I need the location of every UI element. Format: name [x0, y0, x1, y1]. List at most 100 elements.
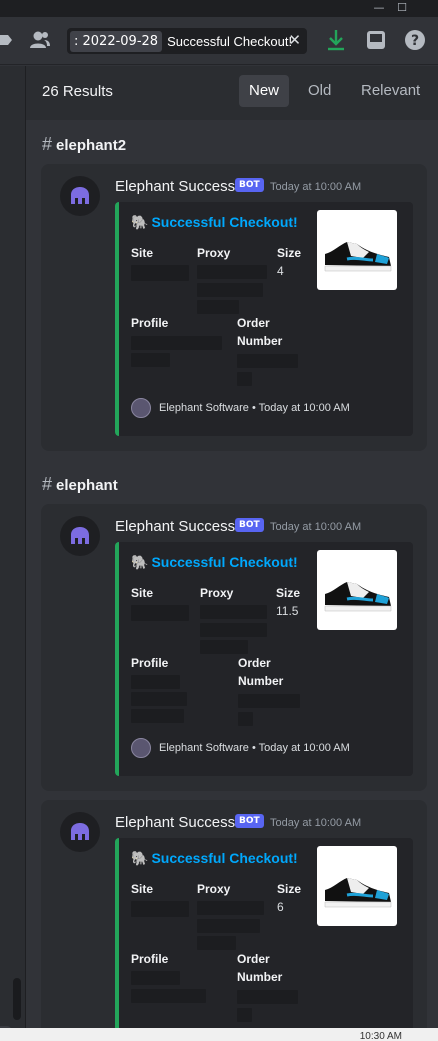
- results-list: # elephant2 Elephant Success BOT Today at…: [26, 120, 438, 1028]
- redacted-profile: [131, 336, 222, 350]
- product-thumbnail[interactable]: [317, 210, 397, 290]
- redacted-proxy: [197, 901, 264, 915]
- redacted-order-number: [237, 990, 298, 1004]
- embed-footer: Elephant Software • Today at 10:00 AM: [159, 402, 350, 414]
- redacted-profile: [131, 675, 180, 689]
- message-author[interactable]: Elephant Success: [115, 178, 235, 195]
- field-size-label: Size: [277, 246, 302, 260]
- product-thumbnail[interactable]: [317, 846, 397, 926]
- search-query-text[interactable]: Successful Checkout!: [167, 34, 292, 49]
- bot-tag: BOT: [235, 518, 264, 532]
- redacted-site: [131, 265, 189, 281]
- embed-title[interactable]: 🐘 Successful Checkout!: [131, 554, 298, 571]
- svg-text:?: ?: [411, 33, 419, 49]
- avatar[interactable]: [60, 812, 100, 852]
- field-size-label: Size: [277, 882, 302, 896]
- field-profile-label: Profile: [131, 656, 169, 670]
- channel-heading[interactable]: # elephant: [42, 474, 118, 495]
- search-results-panel: 26 Results New Old Relevant # elephant2 E…: [26, 66, 438, 1028]
- field-size-value: 11.5: [276, 604, 299, 618]
- help-icon[interactable]: ?: [404, 29, 426, 55]
- download-icon[interactable]: [326, 28, 346, 56]
- elephant-icon: 🐘: [131, 850, 149, 866]
- results-header: 26 Results New Old Relevant: [26, 66, 438, 120]
- redacted-order-number: [237, 1008, 252, 1022]
- redacted-order-number: [237, 354, 298, 368]
- field-proxy-label: Proxy: [200, 586, 234, 600]
- clear-search-icon[interactable]: ✕: [288, 31, 301, 49]
- field-order-number-label: Order Number: [238, 656, 284, 688]
- search-date-filter-chip[interactable]: : 2022-09-28: [70, 30, 163, 52]
- search-result[interactable]: Elephant Success BOT Today at 10:00 AM 🐘…: [41, 164, 427, 451]
- minimize-icon[interactable]: —: [368, 0, 390, 17]
- redacted-site: [131, 605, 189, 621]
- pin-icon[interactable]: [0, 31, 12, 53]
- redacted-proxy: [197, 283, 263, 297]
- field-size-label: Size: [276, 586, 301, 600]
- elephant-icon: 🐘: [131, 554, 149, 570]
- sneaker-image: [324, 242, 392, 272]
- inbox-icon[interactable]: [366, 30, 386, 54]
- redacted-proxy: [197, 265, 267, 279]
- maximize-icon[interactable]: ☐: [391, 0, 413, 17]
- redacted-proxy: [200, 605, 267, 619]
- redacted-profile: [131, 709, 184, 723]
- message-timestamp: Today at 10:00 AM: [270, 181, 362, 193]
- sidebar-scrollbar[interactable]: [13, 978, 21, 1020]
- channel-heading[interactable]: # elephant2: [42, 134, 126, 155]
- embed-footer: Elephant Software • Today at 10:00 AM: [159, 742, 350, 754]
- field-order-number-label: Order Number: [237, 952, 283, 984]
- redacted-proxy: [197, 300, 239, 314]
- message-author[interactable]: Elephant Success: [115, 518, 235, 535]
- redacted-profile: [131, 692, 187, 706]
- member-list-icon[interactable]: [29, 30, 51, 54]
- field-site-label: Site: [131, 882, 154, 896]
- tab-relevant[interactable]: Relevant: [351, 75, 430, 107]
- field-size-value: 4: [277, 264, 284, 278]
- message-author[interactable]: Elephant Success: [115, 814, 235, 831]
- bot-tag: BOT: [235, 178, 264, 192]
- taskbar-clock[interactable]: 10:30 AM: [360, 1031, 402, 1041]
- os-taskbar: 10:30 AM: [0, 1028, 438, 1041]
- hash-icon: #: [42, 134, 53, 154]
- redacted-profile: [131, 353, 170, 367]
- field-proxy-label: Proxy: [197, 246, 231, 260]
- field-order-number-label: Order Number: [237, 316, 283, 348]
- product-thumbnail[interactable]: [317, 550, 397, 630]
- redacted-proxy: [197, 919, 260, 933]
- tab-old[interactable]: Old: [298, 75, 341, 107]
- search-input[interactable]: : 2022-09-28 Successful Checkout! ✕: [67, 28, 307, 54]
- field-profile-label: Profile: [131, 316, 169, 330]
- redacted-profile: [131, 989, 206, 1003]
- field-size-value: 6: [277, 900, 284, 914]
- elephant-logo-icon: [71, 823, 89, 840]
- field-proxy-label: Proxy: [197, 882, 231, 896]
- channel-sidebar-edge: [0, 66, 26, 1041]
- redacted-proxy: [197, 936, 236, 950]
- channel-toolbar: : 2022-09-28 Successful Checkout! ✕ ?: [0, 17, 438, 65]
- avatar[interactable]: [60, 516, 100, 556]
- sneaker-image: [324, 878, 392, 908]
- redacted-proxy: [200, 623, 267, 637]
- results-count: 26 Results: [42, 83, 113, 100]
- embed-title[interactable]: 🐘 Successful Checkout!: [131, 850, 298, 867]
- tab-new[interactable]: New: [239, 75, 290, 107]
- footer-avatar: [131, 738, 151, 758]
- elephant-icon: 🐘: [131, 214, 149, 230]
- search-result[interactable]: Elephant Success BOT Today at 10:00 AM 🐘…: [41, 504, 427, 791]
- search-result[interactable]: Elephant Success BOT Today at 10:00 AM 🐘…: [41, 800, 427, 1028]
- elephant-logo-icon: [71, 187, 89, 204]
- redacted-order-number: [238, 712, 253, 726]
- redacted-order-number: [237, 372, 252, 386]
- checkout-embed: 🐘Successful Checkout! Site Proxy Size 6 …: [115, 542, 413, 776]
- message-timestamp: Today at 10:00 AM: [270, 521, 362, 533]
- redacted-proxy: [200, 640, 248, 654]
- window-titlebar: — ☐: [0, 0, 438, 17]
- embed-title[interactable]: 🐘 Successful Checkout!: [131, 214, 298, 231]
- redacted-site: [131, 901, 189, 917]
- avatar[interactable]: [60, 176, 100, 216]
- message-timestamp: Today at 10:00 AM: [270, 817, 362, 829]
- field-profile-label: Profile: [131, 952, 169, 966]
- redacted-profile: [131, 971, 180, 985]
- hash-icon: #: [42, 474, 53, 494]
